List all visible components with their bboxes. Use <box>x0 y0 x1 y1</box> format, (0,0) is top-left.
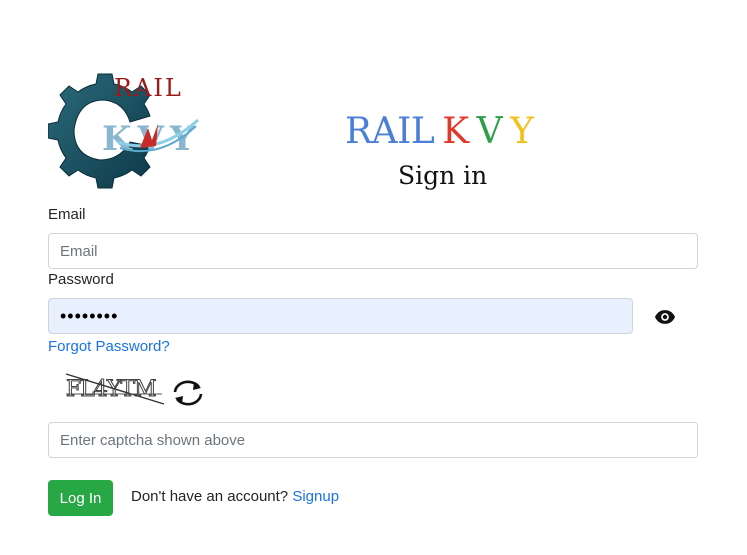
brand-part-y: Y <box>510 111 534 152</box>
password-input[interactable] <box>48 298 633 334</box>
brand-part-k: K <box>442 111 469 152</box>
password-label: Password <box>48 271 114 288</box>
brand-title: RAIL K V Y <box>345 111 534 152</box>
email-input[interactable] <box>48 233 698 269</box>
refresh-icon[interactable] <box>170 376 206 410</box>
captcha-text: FL4YTM <box>66 377 156 402</box>
captcha-image: FL4YTM <box>66 373 165 405</box>
rail-kvy-logo: RAIL KVY <box>48 73 200 189</box>
signup-link[interactable]: Signup <box>292 488 339 505</box>
captcha-input[interactable] <box>48 422 698 458</box>
eye-icon[interactable] <box>654 306 676 328</box>
brand-part-v: V <box>476 111 503 152</box>
logo-rail-text: RAIL <box>114 74 183 102</box>
page-title: Sign in <box>398 161 488 190</box>
email-label: Email <box>48 206 86 223</box>
brand-part-rail: RAIL <box>345 111 435 152</box>
login-button[interactable]: Log In <box>48 480 113 516</box>
signup-prompt: Don't have an account? <box>131 488 289 505</box>
forgot-password-link[interactable]: Forgot Password? <box>48 338 170 355</box>
signup-row: Don't have an account? Signup <box>131 488 339 505</box>
